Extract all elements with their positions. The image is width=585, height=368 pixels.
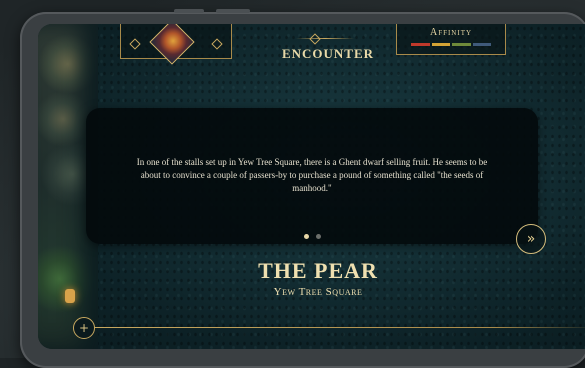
next-arrow-icon: » xyxy=(526,231,536,247)
page-dot[interactable] xyxy=(315,234,321,239)
ornament-diamond-icon xyxy=(211,38,223,50)
encounter-dialog: In one of the stalls set up in Yew Tree … xyxy=(86,108,538,244)
affinity-segment xyxy=(431,43,450,46)
page-indicator xyxy=(86,234,538,239)
compass-icon: + xyxy=(78,321,90,335)
page-dot-active[interactable] xyxy=(303,234,309,239)
affinity-segment xyxy=(472,43,491,46)
next-button[interactable]: » xyxy=(516,224,546,254)
affinity-panel[interactable]: Affinity xyxy=(396,24,506,55)
page-title: Encounter xyxy=(281,46,375,61)
game-screen: Encounter Affinity In one of the stalls … xyxy=(38,24,585,349)
location-subtitle: Yew Tree Square xyxy=(273,286,363,298)
encounter-text: In one of the stalls set up in Yew Tree … xyxy=(136,157,488,193)
compass-button[interactable]: + xyxy=(73,317,95,339)
affinity-label: Affinity xyxy=(429,27,473,38)
tablet-side-button xyxy=(216,9,250,13)
lantern-icon xyxy=(65,289,75,303)
affinity-segment xyxy=(452,43,471,46)
bottom-divider xyxy=(82,327,585,328)
tablet-side-button xyxy=(174,9,204,13)
affinity-meter xyxy=(411,43,491,46)
ornament-diamond-icon xyxy=(129,38,141,50)
location-name: The Pear xyxy=(258,258,378,283)
affinity-segment xyxy=(411,43,430,46)
title-ornament-line xyxy=(296,38,354,39)
